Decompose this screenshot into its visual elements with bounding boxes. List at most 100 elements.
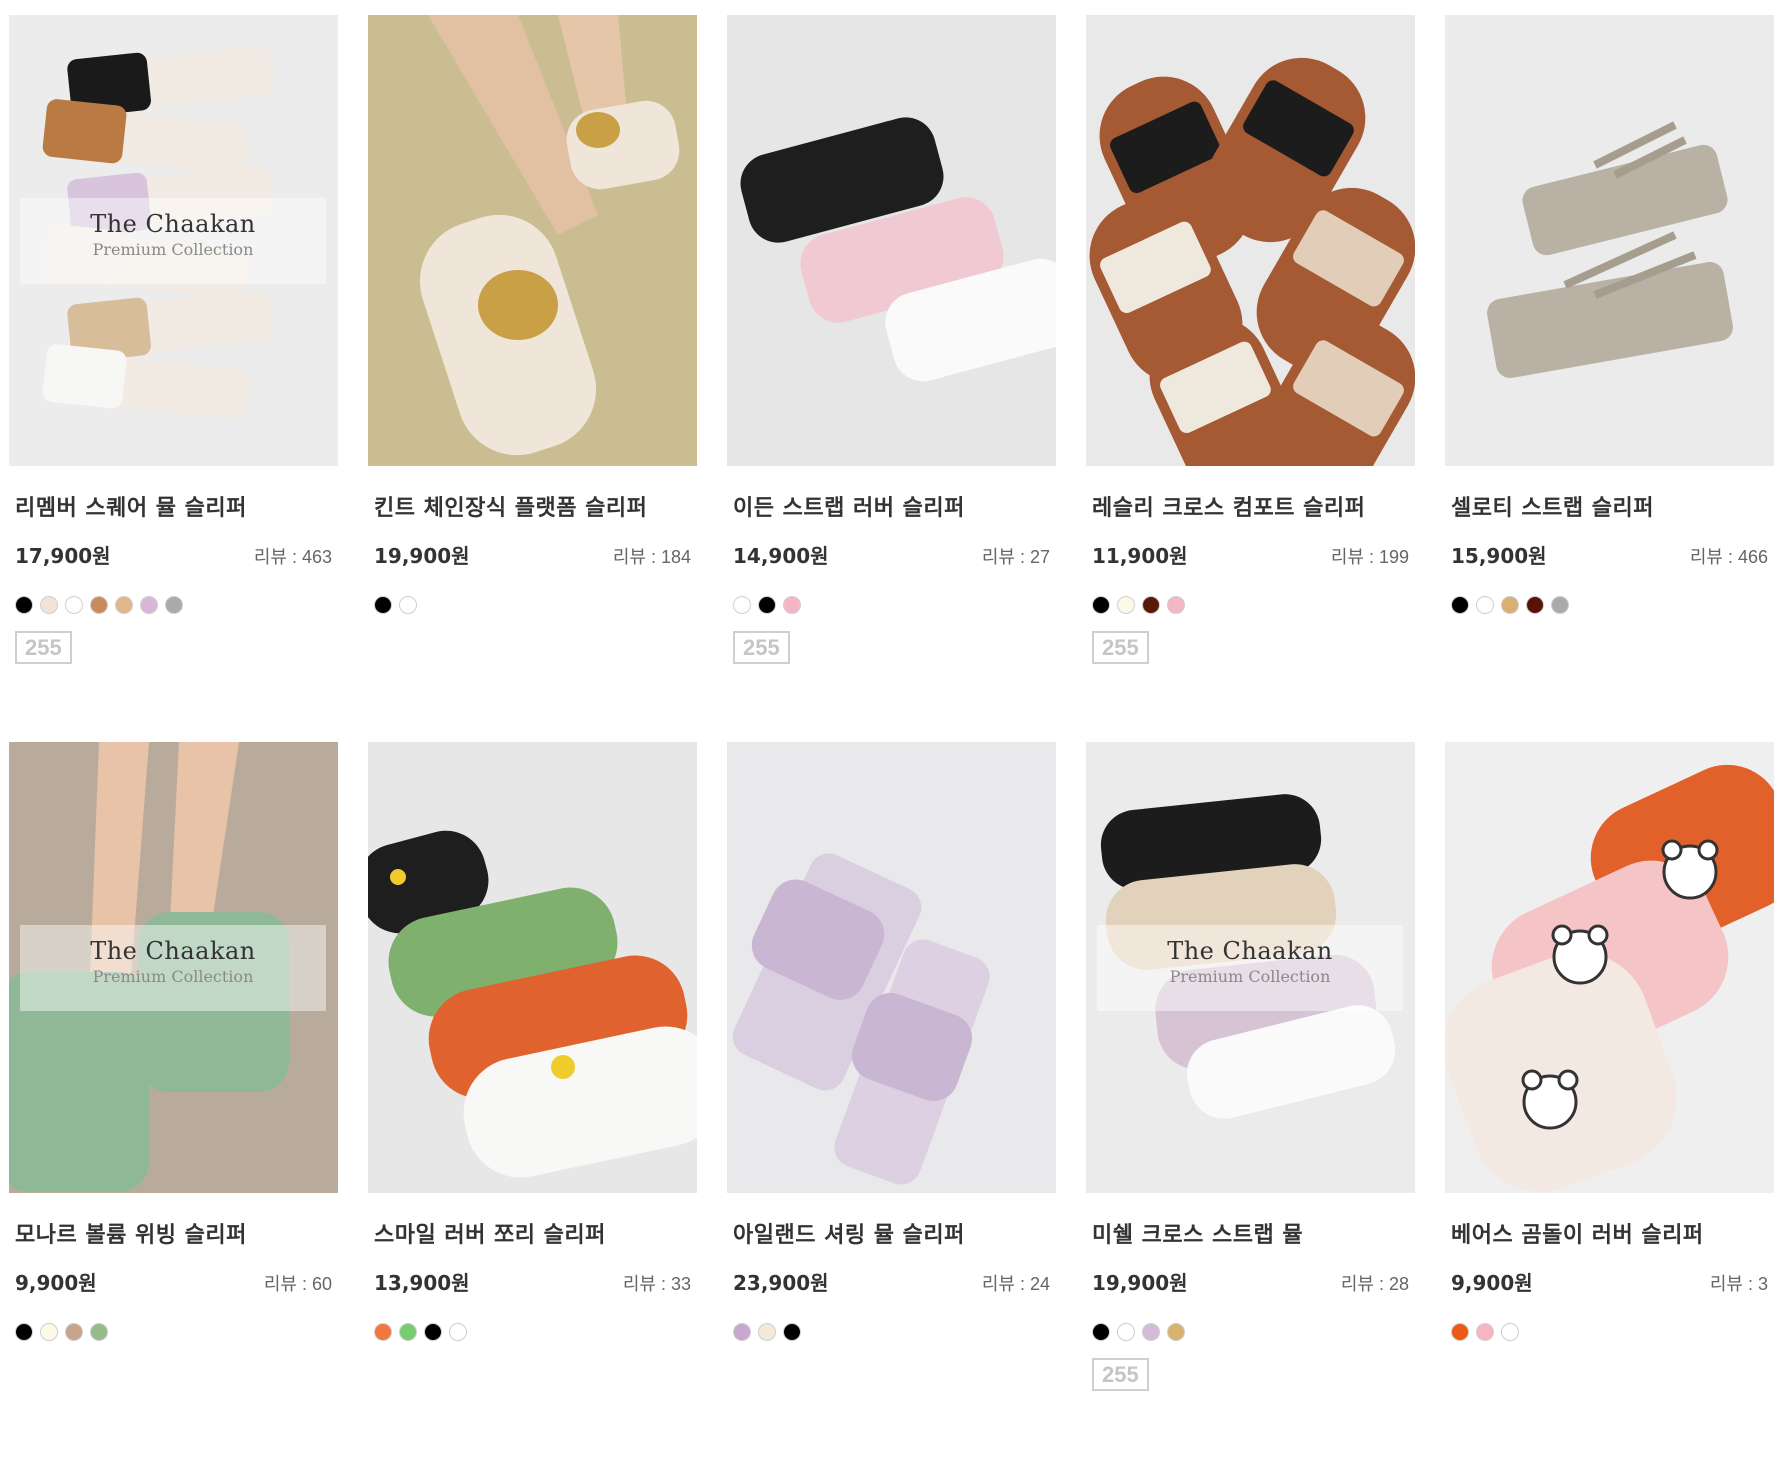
product-name[interactable]: 베어스 곰돌이 러버 슬리퍼 bbox=[1451, 1217, 1774, 1249]
color-swatch[interactable] bbox=[1451, 1323, 1469, 1341]
bear-ear bbox=[1661, 839, 1683, 861]
product-image[interactable]: The Chaakan Premium Collection bbox=[727, 15, 1056, 466]
product-image[interactable]: The Chaakan Premium Collection bbox=[727, 742, 1056, 1193]
color-swatch[interactable] bbox=[90, 1323, 108, 1341]
product-image[interactable]: The Chaakan Premium Collection bbox=[1086, 742, 1415, 1193]
review-count: 리뷰 : 199 bbox=[1331, 543, 1409, 569]
product-card[interactable]: The Chaakan Premium Collection 모나르 볼륨 위빙… bbox=[9, 742, 338, 1469]
review-count: 리뷰 : 184 bbox=[613, 543, 691, 569]
product-price: 23,900원 bbox=[733, 1271, 829, 1295]
product-photo bbox=[727, 742, 1056, 1193]
product-name[interactable]: 스마일 러버 쪼리 슬리퍼 bbox=[374, 1217, 697, 1249]
product-name[interactable]: 이든 스트랩 러버 슬리퍼 bbox=[733, 490, 1056, 522]
color-swatch[interactable] bbox=[1092, 1323, 1110, 1341]
color-swatch[interactable] bbox=[1476, 596, 1494, 614]
watermark-overlay: The Chaakan Premium Collection bbox=[20, 925, 326, 1011]
product-name[interactable]: 레슬리 크로스 컴포트 슬리퍼 bbox=[1092, 490, 1415, 522]
review-count: 리뷰 : 27 bbox=[982, 543, 1050, 569]
color-swatch[interactable] bbox=[758, 596, 776, 614]
color-swatch[interactable] bbox=[40, 1323, 58, 1341]
color-swatch[interactable] bbox=[449, 1323, 467, 1341]
color-swatch[interactable] bbox=[1451, 596, 1469, 614]
product-card[interactable]: The Chaakan Premium Collection 스마일 러버 쪼리… bbox=[368, 742, 697, 1469]
color-swatch[interactable] bbox=[15, 596, 33, 614]
review-count: 리뷰 : 466 bbox=[1690, 543, 1768, 569]
product-meta: 14,900원 리뷰 : 27 bbox=[733, 540, 1050, 569]
product-name[interactable]: 아일랜드 셔링 뮬 슬리퍼 bbox=[733, 1217, 1056, 1249]
color-swatch[interactable] bbox=[40, 596, 58, 614]
product-image[interactable]: The Chaakan Premium Collection bbox=[368, 742, 697, 1193]
product-card[interactable]: The Chaakan Premium Collection 이든 스트랩 러버… bbox=[727, 15, 1056, 742]
color-swatch[interactable] bbox=[399, 596, 417, 614]
color-swatch[interactable] bbox=[783, 596, 801, 614]
color-swatch[interactable] bbox=[1501, 1323, 1519, 1341]
color-swatch[interactable] bbox=[733, 596, 751, 614]
color-swatch[interactable] bbox=[65, 596, 83, 614]
product-card[interactable]: The Chaakan Premium Collection 리멤버 스퀘어 뮬… bbox=[9, 15, 338, 742]
color-swatch[interactable] bbox=[115, 596, 133, 614]
color-swatch[interactable] bbox=[65, 1323, 83, 1341]
product-meta: 19,900원 리뷰 : 184 bbox=[374, 540, 691, 569]
color-swatch[interactable] bbox=[733, 1323, 751, 1341]
product-image[interactable]: The Chaakan Premium Collection bbox=[1445, 15, 1774, 466]
color-swatches bbox=[374, 596, 697, 616]
product-image[interactable]: The Chaakan Premium Collection bbox=[9, 742, 338, 1193]
color-swatch[interactable] bbox=[374, 596, 392, 614]
product-card[interactable]: The Chaakan Premium Collection 미쉘 크로스 스트… bbox=[1086, 742, 1415, 1469]
photo-background bbox=[1445, 15, 1774, 466]
product-card[interactable]: The Chaakan Premium Collection 레슬리 크로스 컴… bbox=[1086, 15, 1415, 742]
color-swatch[interactable] bbox=[1092, 596, 1110, 614]
color-swatch[interactable] bbox=[783, 1323, 801, 1341]
watermark-overlay: The Chaakan Premium Collection bbox=[1097, 925, 1403, 1011]
product-meta: 9,900원 리뷰 : 3 bbox=[1451, 1267, 1768, 1296]
product-name[interactable]: 미쉘 크로스 스트랩 뮬 bbox=[1092, 1217, 1415, 1249]
color-swatches bbox=[15, 1323, 338, 1343]
color-swatch[interactable] bbox=[399, 1323, 417, 1341]
review-number: 3 bbox=[1757, 1274, 1768, 1294]
product-price: 13,900원 bbox=[374, 1271, 470, 1295]
review-number: 60 bbox=[311, 1274, 332, 1294]
product-price: 14,900원 bbox=[733, 544, 829, 568]
color-swatch[interactable] bbox=[140, 596, 158, 614]
product-name[interactable]: 킨트 체인장식 플랫폼 슬리퍼 bbox=[374, 490, 697, 522]
product-image[interactable]: The Chaakan Premium Collection bbox=[1445, 742, 1774, 1193]
product-row: The Chaakan Premium Collection 리멤버 스퀘어 뮬… bbox=[9, 15, 1774, 742]
product-image[interactable]: The Chaakan Premium Collection bbox=[368, 15, 697, 466]
product-image[interactable]: The Chaakan Premium Collection bbox=[1086, 15, 1415, 466]
product-card[interactable]: The Chaakan Premium Collection 킨트 체인장식 플… bbox=[368, 15, 697, 742]
color-swatch[interactable] bbox=[1117, 1323, 1135, 1341]
color-swatch[interactable] bbox=[1142, 596, 1160, 614]
review-label: 리뷰 : bbox=[981, 1274, 1030, 1294]
color-swatch[interactable] bbox=[1117, 596, 1135, 614]
color-swatch[interactable] bbox=[1501, 596, 1519, 614]
color-swatch[interactable] bbox=[1476, 1323, 1494, 1341]
color-swatches bbox=[1451, 1323, 1774, 1343]
color-swatch[interactable] bbox=[374, 1323, 392, 1341]
product-name[interactable]: 리멤버 스퀘어 뮬 슬리퍼 bbox=[15, 490, 338, 522]
color-swatch[interactable] bbox=[15, 1323, 33, 1341]
color-swatch[interactable] bbox=[1526, 596, 1544, 614]
color-swatch[interactable] bbox=[1167, 596, 1185, 614]
product-card[interactable]: The Chaakan Premium Collection 셀로티 스트랩 슬… bbox=[1445, 15, 1774, 742]
color-swatch[interactable] bbox=[165, 596, 183, 614]
color-swatch[interactable] bbox=[1167, 1323, 1185, 1341]
watermark-title: The Chaakan bbox=[90, 937, 256, 965]
product-price: 19,900원 bbox=[1092, 1271, 1188, 1295]
color-swatch[interactable] bbox=[1142, 1323, 1160, 1341]
product-card[interactable]: The Chaakan Premium Collection 베어스 곰돌이 러… bbox=[1445, 742, 1774, 1469]
product-meta: 19,900원 리뷰 : 28 bbox=[1092, 1267, 1409, 1296]
product-name[interactable]: 셀로티 스트랩 슬리퍼 bbox=[1451, 490, 1774, 522]
product-meta: 15,900원 리뷰 : 466 bbox=[1451, 540, 1768, 569]
color-swatch[interactable] bbox=[1551, 596, 1569, 614]
review-label: 리뷰 : bbox=[622, 1274, 671, 1294]
color-swatch[interactable] bbox=[90, 596, 108, 614]
product-image[interactable]: The Chaakan Premium Collection bbox=[9, 15, 338, 466]
product-name[interactable]: 모나르 볼륨 위빙 슬리퍼 bbox=[15, 1217, 338, 1249]
review-label: 리뷰 : bbox=[1340, 1274, 1389, 1294]
product-photo bbox=[1445, 15, 1774, 466]
product-price: 11,900원 bbox=[1092, 544, 1188, 568]
product-card[interactable]: The Chaakan Premium Collection 아일랜드 셔링 뮬… bbox=[727, 742, 1056, 1469]
product-grid: The Chaakan Premium Collection 리멤버 스퀘어 뮬… bbox=[9, 15, 1774, 1469]
color-swatch[interactable] bbox=[424, 1323, 442, 1341]
color-swatch[interactable] bbox=[758, 1323, 776, 1341]
